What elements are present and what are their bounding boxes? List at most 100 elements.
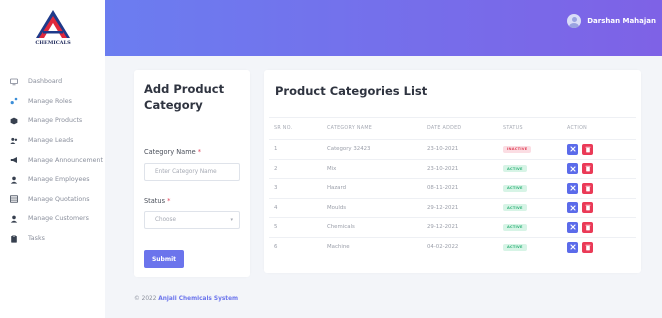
cell-date-added: 08-11-2021 — [427, 178, 503, 198]
category-name-input[interactable]: Enter Category Name — [144, 163, 240, 181]
cell-sr-no: 3 — [269, 178, 327, 198]
trash-icon — [585, 185, 590, 192]
sidebar-item-label: Manage Customers — [28, 215, 89, 223]
cell-date-added: 23-10-2021 — [427, 139, 503, 159]
status-badge: INACTIVE — [503, 145, 532, 153]
form-title: Add Product Category — [144, 82, 225, 112]
sidebar-item-manage-leads[interactable]: Manage Leads — [0, 131, 105, 151]
footer: © 2022 Anjali Chemicals System — [134, 296, 238, 302]
edit-button[interactable] — [567, 182, 578, 194]
footer-copyright: © 2022 — [134, 296, 157, 302]
edit-button[interactable] — [567, 202, 578, 214]
sidebar-item-manage-employees[interactable]: Manage Employees — [0, 170, 105, 190]
category-name-label-text: Category Name — [144, 148, 196, 156]
roles-icon — [10, 97, 18, 105]
cell-action — [567, 217, 636, 237]
sidebar-item-manage-quotations[interactable]: Manage Quotations — [0, 190, 105, 210]
cell-status: ACTIVE — [503, 217, 567, 237]
status-select[interactable]: Choose ▾ — [144, 211, 240, 229]
status-badge: ACTIVE — [503, 243, 527, 251]
delete-button[interactable] — [582, 221, 593, 233]
delete-button[interactable] — [582, 143, 593, 155]
status-label-text: Status — [144, 197, 166, 205]
sidebar-item-dashboard[interactable]: Dashboard — [0, 72, 105, 92]
trash-icon — [585, 224, 590, 231]
status-select-value: Choose — [155, 217, 176, 223]
table-row: 6 Machine 04-02-2022 ACTIVE — [269, 236, 636, 257]
required-mark: * — [197, 148, 202, 156]
avatar[interactable] — [567, 14, 582, 28]
cell-status: ACTIVE — [503, 236, 567, 257]
sidebar-item-label: Tasks — [28, 235, 45, 243]
sidebar-item-tasks[interactable]: Tasks — [0, 229, 105, 249]
status-badge: ACTIVE — [503, 184, 527, 192]
category-list-card: Product Categories List SR NO. CATEGORY … — [264, 70, 641, 273]
column-header-status: STATUS — [503, 117, 567, 140]
footer-company-link[interactable]: Anjali Chemicals System — [158, 296, 238, 302]
trash-icon — [585, 166, 590, 172]
status-label: Status * — [144, 197, 170, 205]
logo-text: CHEMICALS — [35, 40, 71, 46]
table-row: 4 Moulds 29-12-2021 ACTIVE — [269, 197, 636, 218]
sidebar-item-manage-customers[interactable]: Manage Customers — [0, 209, 105, 229]
table-body: 1 Category 32423 23-10-2021 INACTIVE 2 Mix 23-… — [269, 139, 636, 257]
cell-sr-no: 6 — [269, 236, 327, 257]
cell-status: INACTIVE — [503, 139, 567, 159]
edit-icon — [569, 185, 576, 191]
cell-category-name: Chemicals — [327, 217, 427, 237]
edit-button[interactable] — [567, 163, 578, 175]
products-icon — [10, 117, 18, 125]
cell-status: ACTIVE — [503, 158, 567, 179]
edit-icon — [569, 146, 576, 152]
category-name-label: Category Name * — [144, 148, 201, 156]
cell-status: ACTIVE — [503, 178, 567, 198]
edit-icon — [569, 224, 576, 230]
add-category-card: Add Product Category Category Name * Ent… — [134, 70, 250, 277]
sidebar-item-manage-announcement[interactable]: Manage Announcement — [0, 150, 105, 170]
cell-action — [567, 236, 636, 257]
edit-icon — [569, 205, 576, 211]
chevron-down-icon: ▾ — [230, 217, 233, 223]
edit-icon — [569, 166, 576, 172]
submit-button[interactable]: Submit — [144, 250, 184, 268]
cell-action — [567, 158, 636, 179]
delete-button[interactable] — [582, 182, 593, 194]
sidebar-nav: Dashboard Manage Roles Manage Products Mana… — [0, 72, 105, 248]
megaphone-icon — [10, 156, 18, 164]
user-menu[interactable]: Darshan Mahajan — [567, 14, 656, 28]
edit-button[interactable] — [567, 221, 578, 233]
delete-button[interactable] — [582, 202, 593, 214]
sidebar-item-label: Manage Leads — [28, 137, 74, 145]
trash-icon — [585, 205, 590, 211]
sidebar-item-manage-roles[interactable]: Manage Roles — [0, 92, 105, 112]
sidebar-item-label: Manage Quotations — [28, 195, 90, 203]
status-badge: ACTIVE — [503, 165, 527, 173]
cell-sr-no: 5 — [269, 217, 327, 237]
cell-category-name: Machine — [327, 236, 427, 257]
user-name[interactable]: Darshan Mahajan — [587, 17, 656, 25]
sidebar-item-label: Dashboard — [28, 78, 63, 86]
trash-icon — [585, 244, 590, 250]
cell-date-added: 29-12-2021 — [427, 197, 503, 218]
cell-category-name: Category 32423 — [327, 139, 427, 159]
required-mark: * — [167, 197, 171, 205]
table-row: 5 Chemicals 29-12-2021 ACTIVE — [269, 217, 636, 237]
table-row: 2 Mix 23-10-2021 ACTIVE — [269, 158, 636, 179]
cell-date-added: 04-02-2022 — [427, 236, 503, 257]
delete-button[interactable] — [582, 241, 593, 253]
column-header-category-name: CATEGORY NAME — [327, 117, 427, 140]
edit-icon — [569, 244, 576, 250]
delete-button[interactable] — [582, 163, 593, 175]
sidebar-item-label: Manage Products — [28, 117, 83, 125]
table-row: 1 Category 32423 23-10-2021 INACTIVE — [269, 139, 636, 159]
edit-button[interactable] — [567, 143, 578, 155]
list-title: Product Categories List — [275, 84, 428, 98]
sidebar: CHEMICALS Dashboard Manage Roles Manage Pr… — [0, 0, 105, 318]
cell-category-name: Mix — [327, 158, 427, 179]
edit-button[interactable] — [567, 241, 578, 253]
company-logo[interactable]: CHEMICALS — [30, 8, 76, 50]
cell-date-added: 29-12-2021 — [427, 217, 503, 237]
column-header-action: ACTION — [567, 117, 636, 140]
sidebar-item-manage-products[interactable]: Manage Products — [0, 111, 105, 131]
table-row: 3 Hazard 08-11-2021 ACTIVE — [269, 178, 636, 198]
